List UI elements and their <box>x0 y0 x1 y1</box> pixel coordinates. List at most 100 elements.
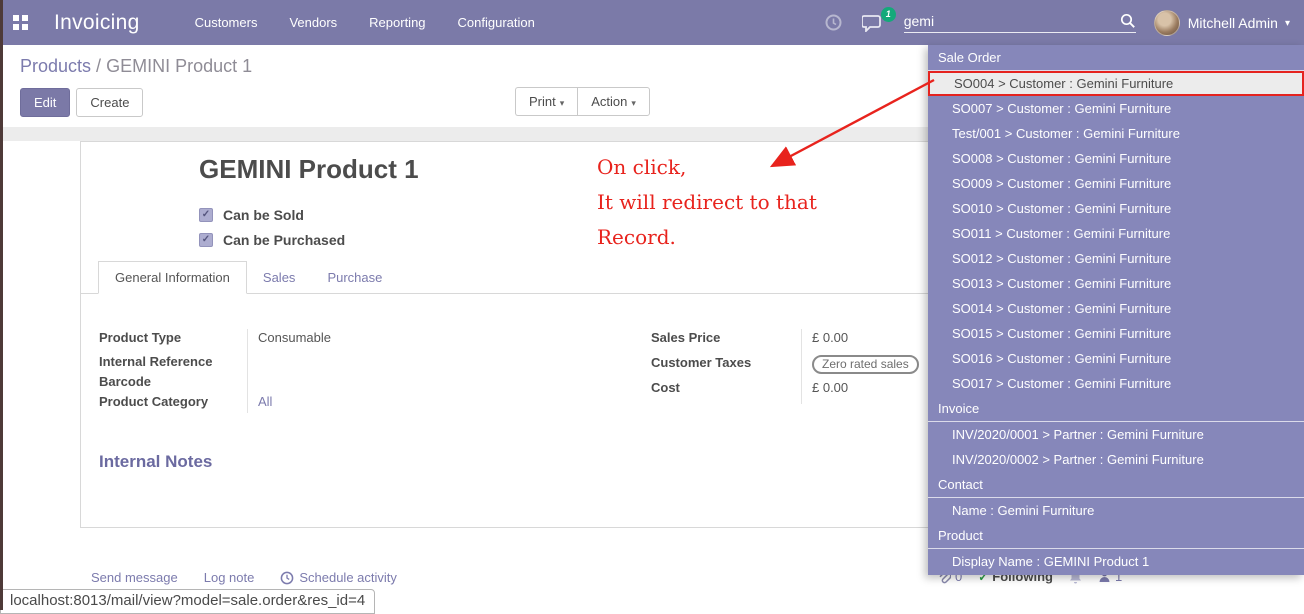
field-label: Sales Price <box>651 329 801 345</box>
search-icon[interactable] <box>1120 13 1136 29</box>
print-label: Print <box>529 94 556 109</box>
product-flags: ✓ Can be Sold ✓ Can be Purchased <box>199 202 345 252</box>
schedule-clock-icon <box>280 571 294 585</box>
dropdown-section-invoice: Invoice <box>928 396 1304 422</box>
apps-menu-icon[interactable] <box>13 15 28 30</box>
check-icon: ✓ <box>202 210 210 220</box>
dropdown-item-test-001[interactable]: Test/001 > Customer : Gemini Furniture <box>928 121 1304 146</box>
field-value-internal-reference <box>247 353 644 373</box>
window-left-edge <box>0 0 3 610</box>
dropdown-item-so007[interactable]: SO007 > Customer : Gemini Furniture <box>928 96 1304 121</box>
checkbox-row-can-be-sold: ✓ Can be Sold <box>199 202 345 227</box>
apps-grid-square <box>22 15 28 21</box>
field-row-cost: Cost£ 0.00 <box>651 379 951 404</box>
checkbox-can-be-purchased[interactable]: ✓ <box>199 233 213 247</box>
fields-group-left: Product TypeConsumableInternal Reference… <box>99 329 644 413</box>
dropdown-item-so010[interactable]: SO010 > Customer : Gemini Furniture <box>928 196 1304 221</box>
field-label: Product Category <box>99 393 247 409</box>
app-title[interactable]: Invoicing <box>54 11 140 35</box>
dropdown-section-product: Product <box>928 523 1304 549</box>
apps-grid-square <box>13 24 19 30</box>
dropdown-item-display[interactable]: Display Name : GEMINI Product 1 <box>928 549 1304 574</box>
checkbox-label: Can be Purchased <box>223 232 345 248</box>
status-url-tooltip: localhost:8013/mail/view?model=sale.orde… <box>0 589 375 614</box>
menu-item-reporting[interactable]: Reporting <box>369 15 425 30</box>
dropdown-item-so013[interactable]: SO013 > Customer : Gemini Furniture <box>928 271 1304 296</box>
checkbox-row-can-be-purchased: ✓ Can be Purchased <box>199 227 345 252</box>
top-navbar: Invoicing Customers Vendors Reporting Confi… <box>0 0 1304 45</box>
messages-badge: 1 <box>881 7 896 22</box>
messages-icon[interactable]: 1 <box>862 14 884 32</box>
dropdown-item-so017[interactable]: SO017 > Customer : Gemini Furniture <box>928 371 1304 396</box>
create-button[interactable]: Create <box>76 88 143 117</box>
global-search <box>904 13 1136 33</box>
dropdown-item-inv-2020-0001[interactable]: INV/2020/0001 > Partner : Gemini Furnitu… <box>928 422 1304 447</box>
print-action-group: Print ▾ Action ▾ <box>515 87 650 116</box>
field-label: Product Type <box>99 329 247 345</box>
field-row-customer-taxes: Customer Taxes Zero rated sales <box>651 354 951 379</box>
fields-group-right: Sales Price£ 0.00Customer Taxes Zero rate… <box>651 329 951 404</box>
log-note-link[interactable]: Log note <box>204 570 255 585</box>
check-icon: ✓ <box>202 235 210 245</box>
dropdown-item-so011[interactable]: SO011 > Customer : Gemini Furniture <box>928 221 1304 246</box>
schedule-activity-link[interactable]: Schedule activity <box>280 570 397 585</box>
menu-item-vendors[interactable]: Vendors <box>289 15 337 30</box>
dropdown-item-so012[interactable]: SO012 > Customer : Gemini Furniture <box>928 246 1304 271</box>
checkbox-label: Can be Sold <box>223 207 304 223</box>
print-button[interactable]: Print ▾ <box>515 87 577 116</box>
field-label: Customer Taxes <box>651 354 801 370</box>
apps-grid-square <box>13 15 19 21</box>
search-input[interactable] <box>904 13 1120 29</box>
dropdown-item-so014[interactable]: SO014 > Customer : Gemini Furniture <box>928 296 1304 321</box>
field-value-product-type: Consumable <box>247 329 644 353</box>
action-caret-icon: ▾ <box>631 98 636 108</box>
navbar-right: 1 Mitchell Admin ▾ <box>825 10 1304 36</box>
action-label: Action <box>591 94 627 109</box>
internal-notes-title: Internal Notes <box>99 452 212 472</box>
edit-button[interactable]: Edit <box>20 88 70 117</box>
search-results-dropdown: Sale OrderSO004 > Customer : Gemini Furn… <box>928 45 1304 575</box>
field-label: Cost <box>651 379 801 395</box>
dropdown-section-contact: Contact <box>928 472 1304 498</box>
field-row-product-type: Product TypeConsumable <box>99 329 644 353</box>
field-label: Barcode <box>99 373 247 389</box>
user-menu[interactable]: Mitchell Admin <box>1188 15 1278 31</box>
field-row-product-category: Product CategoryAll <box>99 393 644 413</box>
field-value-barcode <box>247 373 644 393</box>
tab-purchase[interactable]: Purchase <box>311 262 398 293</box>
dropdown-item-inv-2020-0002[interactable]: INV/2020/0002 > Partner : Gemini Furnitu… <box>928 447 1304 472</box>
dropdown-item-so008[interactable]: SO008 > Customer : Gemini Furniture <box>928 146 1304 171</box>
dropdown-item-so004[interactable]: SO004 > Customer : Gemini Furniture <box>928 71 1304 96</box>
print-caret-icon: ▾ <box>560 98 565 108</box>
breadcrumb-products-link[interactable]: Products <box>20 56 91 76</box>
send-message-link[interactable]: Send message <box>91 570 178 585</box>
breadcrumb-separator: / <box>91 56 106 76</box>
menu-item-configuration[interactable]: Configuration <box>458 15 535 30</box>
schedule-activity-label: Schedule activity <box>299 570 397 585</box>
menu-item-customers[interactable]: Customers <box>195 15 258 30</box>
tab-general-information[interactable]: General Information <box>98 261 247 294</box>
user-avatar[interactable] <box>1154 10 1180 36</box>
breadcrumb-current: GEMINI Product 1 <box>106 56 252 76</box>
dropdown-item-so015[interactable]: SO015 > Customer : Gemini Furniture <box>928 321 1304 346</box>
activities-clock-icon[interactable] <box>825 14 842 31</box>
product-title: GEMINI Product 1 <box>199 154 419 185</box>
tab-sales[interactable]: Sales <box>247 262 312 293</box>
dropdown-item-so016[interactable]: SO016 > Customer : Gemini Furniture <box>928 346 1304 371</box>
breadcrumb: Products / GEMINI Product 1 <box>20 56 252 77</box>
chatter-toolbar: Send message Log note Schedule activity <box>91 570 397 585</box>
dropdown-item-name[interactable]: Name : Gemini Furniture <box>928 498 1304 523</box>
tax-pill[interactable]: Zero rated sales <box>812 355 919 374</box>
user-menu-caret-icon[interactable]: ▾ <box>1285 18 1290 29</box>
field-value-product-category[interactable]: All <box>247 393 644 413</box>
field-row-internal-reference: Internal Reference <box>99 353 644 373</box>
dropdown-section-sale-order: Sale Order <box>928 45 1304 71</box>
main-menu: Customers Vendors Reporting Configuration <box>195 15 535 30</box>
dropdown-item-so009[interactable]: SO009 > Customer : Gemini Furniture <box>928 171 1304 196</box>
apps-grid-square <box>22 24 28 30</box>
field-label: Internal Reference <box>99 353 247 369</box>
form-buttons: Edit Create <box>20 88 143 117</box>
checkbox-can-be-sold[interactable]: ✓ <box>199 208 213 222</box>
field-row-sales-price: Sales Price£ 0.00 <box>651 329 951 354</box>
action-button[interactable]: Action ▾ <box>577 87 650 116</box>
